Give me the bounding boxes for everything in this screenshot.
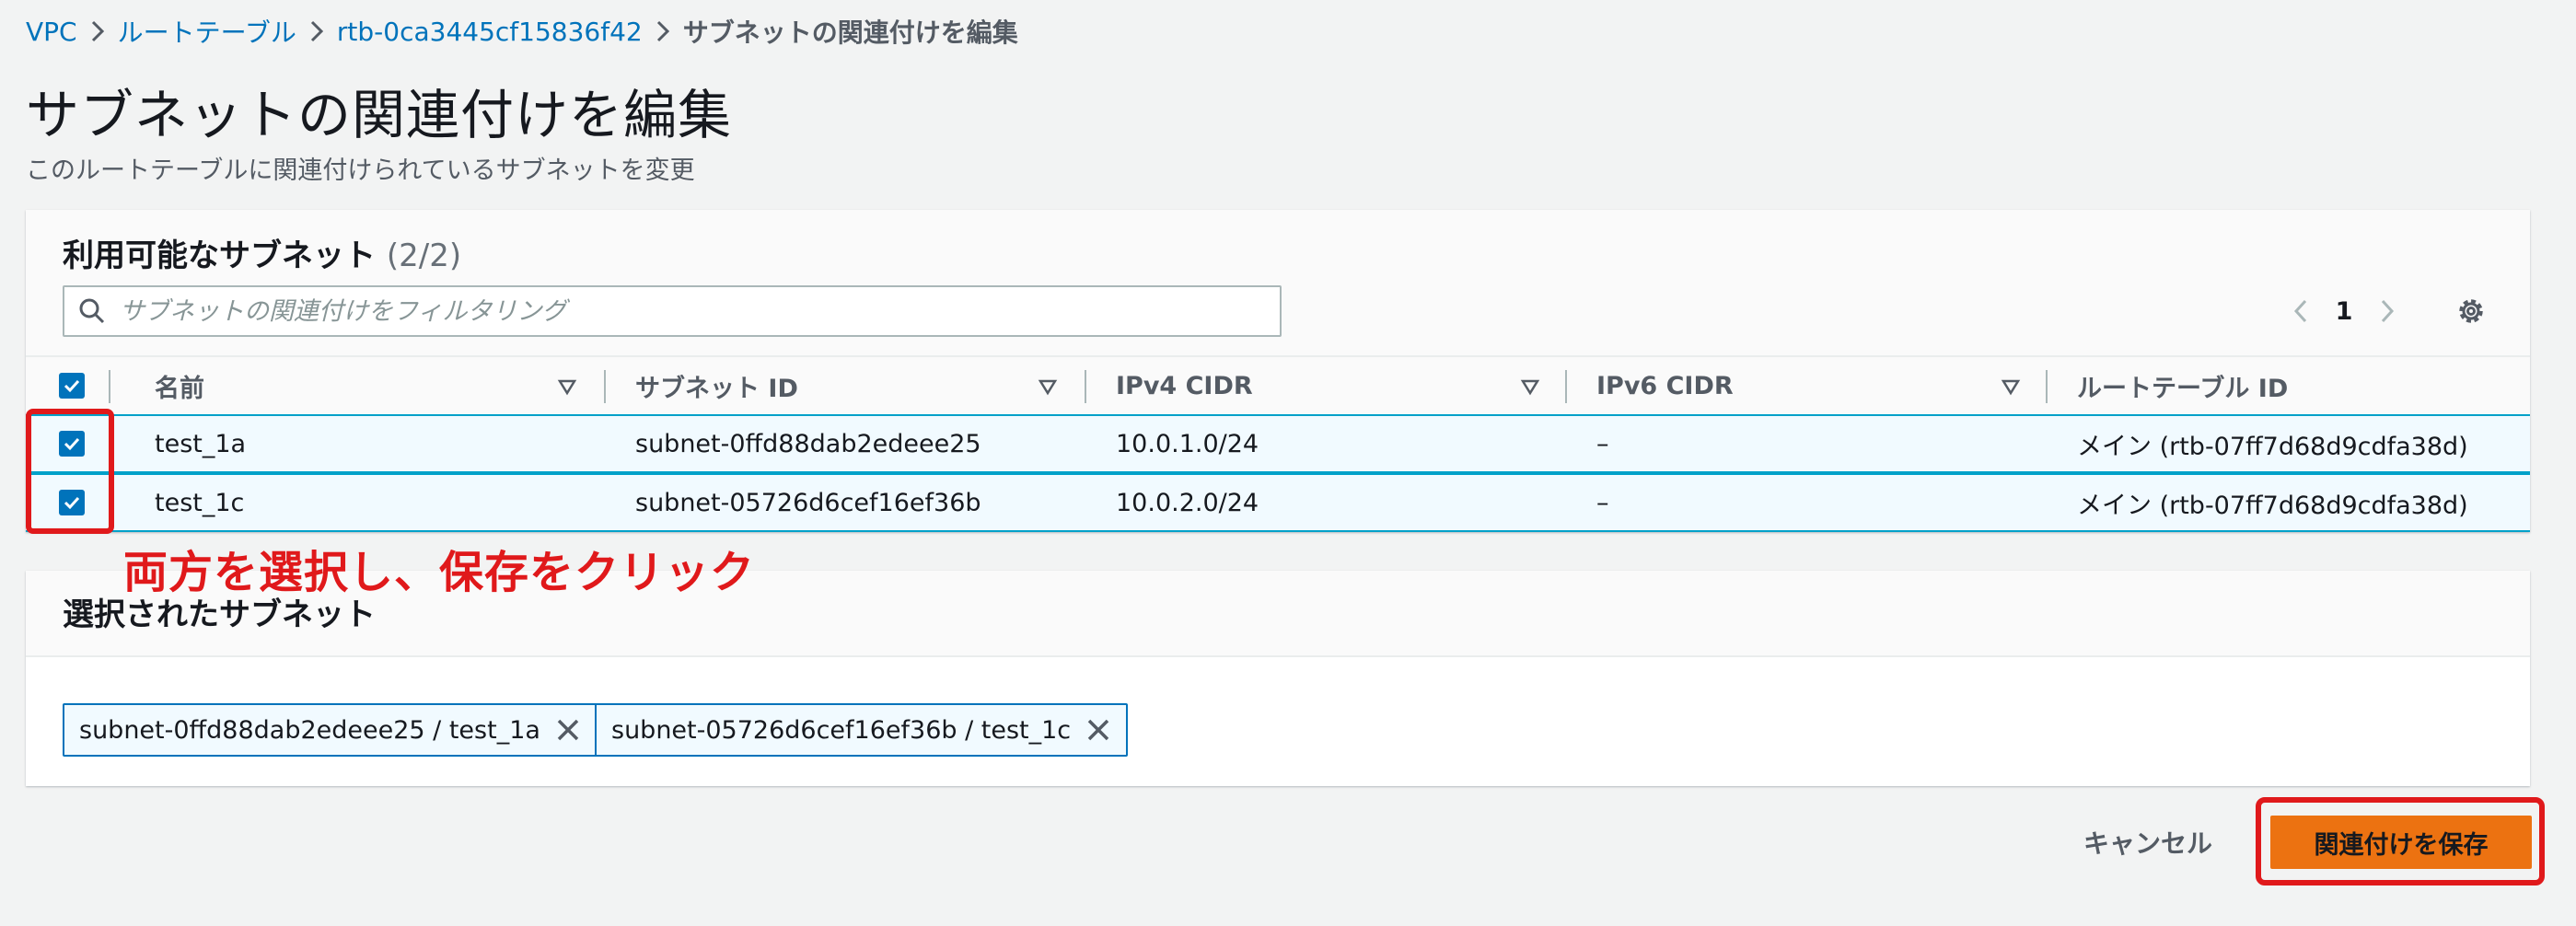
sort-caret-icon[interactable] — [2000, 376, 2022, 398]
subnet-filter[interactable] — [63, 285, 1282, 337]
pagination: 1 — [2276, 291, 2412, 331]
subnet-filter-input[interactable] — [120, 296, 1261, 326]
sort-caret-icon[interactable] — [1519, 376, 1541, 398]
annotation-highlight-checkboxes — [26, 409, 114, 534]
cell-subnet-id-link[interactable]: subnet-05726d6cef16ef36b — [635, 475, 981, 530]
cancel-button[interactable]: キャンセル — [2062, 817, 2234, 867]
chevron-right-icon — [77, 18, 118, 44]
sort-caret-icon[interactable] — [1037, 376, 1059, 398]
next-page-button[interactable] — [2362, 291, 2412, 331]
selected-subnets-panel: 選択されたサブネット subnet-0ffd88dab2edeee25 / te… — [26, 571, 2530, 786]
chevron-right-icon — [643, 18, 683, 44]
available-subnets-title: 利用可能なサブネット (2/2) — [63, 230, 461, 275]
remove-token-close-icon[interactable] — [540, 705, 596, 755]
select-all-checkbox[interactable] — [59, 373, 85, 399]
breadcrumb-vpc-link[interactable]: VPC — [26, 17, 77, 47]
cell-ipv4-cidr: 10.0.2.0/24 — [1116, 488, 1259, 517]
chevron-right-icon — [296, 18, 337, 44]
available-subnets-panel: 利用可能なサブネット (2/2) 1 — [26, 210, 2530, 532]
column-divider — [604, 370, 606, 403]
breadcrumb-current: サブネットの関連付けを編集 — [682, 17, 1018, 48]
column-header-subnet-id[interactable]: サブネット ID — [635, 357, 798, 414]
chevron-right-icon — [2381, 299, 2395, 323]
remove-token-close-icon[interactable] — [1071, 705, 1126, 755]
table-row[interactable]: test_1c subnet-05726d6cef16ef36b 10.0.2.… — [26, 473, 2530, 532]
selected-subnet-token: subnet-0ffd88dab2edeee25 / test_1a — [63, 703, 598, 757]
breadcrumb-route-tables-link[interactable]: ルートテーブル — [118, 13, 296, 50]
check-icon — [64, 379, 80, 393]
cell-route-table-link[interactable]: メイン (rtb-07ff7d68d9cdfa38d) — [2077, 416, 2468, 471]
annotation-instruction-text: 両方を選択し、保存をクリック — [123, 547, 756, 598]
available-subnets-count: (2/2) — [386, 237, 462, 274]
cell-ipv6-cidr: – — [1596, 488, 1609, 517]
cell-route-table-link[interactable]: メイン (rtb-07ff7d68d9cdfa38d) — [2077, 475, 2468, 530]
cell-ipv4-cidr: 10.0.1.0/24 — [1116, 429, 1259, 458]
sort-caret-icon[interactable] — [556, 376, 578, 398]
current-page-number[interactable]: 1 — [2326, 297, 2362, 326]
page-title: サブネットの関連付けを編集 — [26, 84, 733, 146]
breadcrumb-route-table-id-link[interactable]: rtb-0ca3445cf15836f42 — [337, 17, 643, 47]
table-header: 名前 サブネット ID IPv4 CIDR IPv6 CIDR ルートテーブル … — [26, 357, 2530, 416]
column-header-ipv6-cidr[interactable]: IPv6 CIDR — [1596, 357, 1734, 414]
cell-name: test_1c — [155, 488, 245, 517]
column-divider — [1565, 370, 1567, 403]
column-divider — [2046, 370, 2048, 403]
column-divider — [109, 370, 110, 403]
cell-name: test_1a — [155, 429, 247, 458]
cell-subnet-id-link[interactable]: subnet-0ffd88dab2edeee25 — [635, 416, 981, 471]
cell-ipv6-cidr: – — [1596, 429, 1609, 458]
settings-gear-icon[interactable] — [2453, 293, 2489, 330]
available-subnets-header: 利用可能なサブネット (2/2) 1 — [26, 210, 2530, 357]
save-associations-button[interactable]: 関連付けを保存 — [2270, 816, 2532, 869]
column-header-route-table-id[interactable]: ルートテーブル ID — [2077, 357, 2288, 414]
previous-page-button[interactable] — [2276, 291, 2326, 331]
column-header-ipv4-cidr[interactable]: IPv4 CIDR — [1116, 357, 1253, 414]
token-label: subnet-05726d6cef16ef36b / test_1c — [611, 715, 1072, 745]
select-all-cell — [59, 357, 85, 414]
table-row[interactable]: test_1a subnet-0ffd88dab2edeee25 10.0.1.… — [26, 414, 2530, 473]
column-divider — [1085, 370, 1086, 403]
breadcrumb: VPC ルートテーブル rtb-0ca3445cf15836f42 サブネットの… — [26, 13, 1018, 50]
search-icon — [64, 297, 120, 325]
token-label: subnet-0ffd88dab2edeee25 / test_1a — [79, 715, 540, 745]
page-subtitle: このルートテーブルに関連付けられているサブネットを変更 — [26, 156, 695, 185]
selected-subnet-token: subnet-05726d6cef16ef36b / test_1c — [595, 703, 1129, 757]
column-header-name[interactable]: 名前 — [155, 357, 204, 414]
chevron-left-icon — [2293, 299, 2307, 323]
available-subnets-title-text: 利用可能なサブネット — [63, 237, 376, 274]
